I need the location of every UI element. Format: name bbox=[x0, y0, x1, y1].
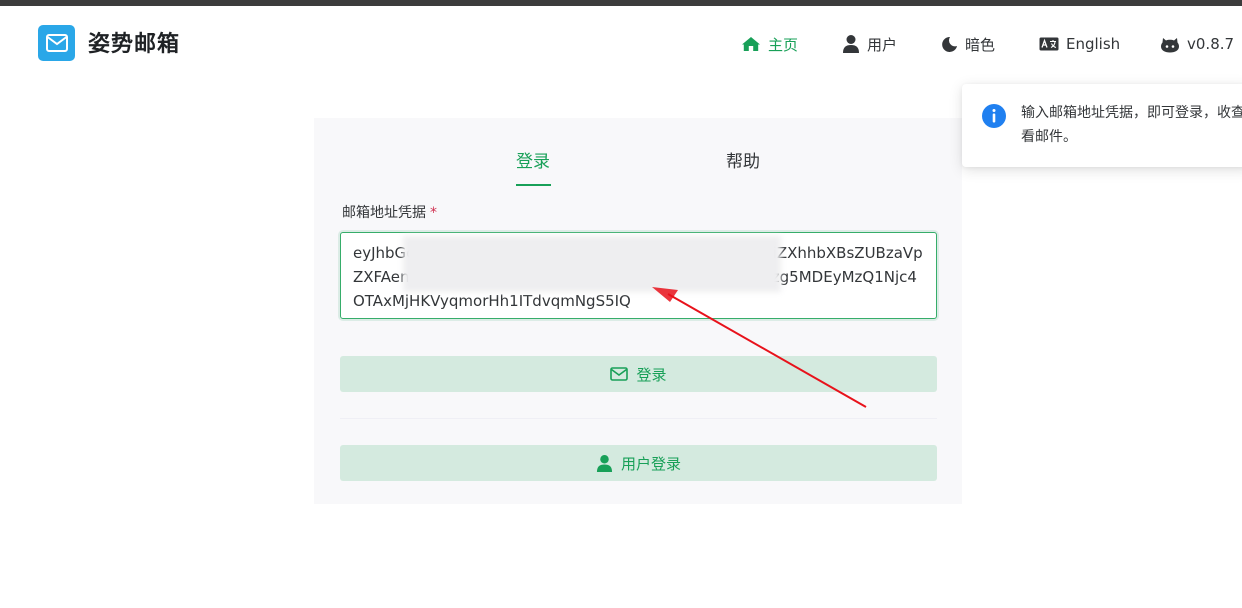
brand-title[interactable]: 姿势邮箱 bbox=[88, 30, 180, 60]
mail-logo-icon[interactable] bbox=[38, 25, 75, 61]
moon-icon bbox=[942, 36, 957, 52]
nav-user-label: 用户 bbox=[867, 35, 898, 54]
nav-user[interactable]: 用户 bbox=[842, 32, 897, 56]
tab-help[interactable]: 帮助 bbox=[726, 150, 760, 174]
form-divider bbox=[340, 418, 937, 419]
user-icon bbox=[843, 35, 859, 53]
required-asterisk: * bbox=[430, 205, 437, 221]
language-icon bbox=[1039, 37, 1059, 51]
nav-dark-mode[interactable]: 暗色 bbox=[941, 32, 995, 56]
user-icon bbox=[596, 454, 613, 472]
home-icon bbox=[742, 37, 760, 51]
active-tab-indicator bbox=[516, 184, 551, 186]
notification-text: 输入邮箱地址凭据，即可登录，收查看邮件。 bbox=[1021, 105, 1242, 145]
version-label: v0.8.7 bbox=[1187, 35, 1235, 53]
login-button-label: 登录 bbox=[636, 365, 667, 384]
credential-label-text: 邮箱地址凭据 bbox=[342, 205, 426, 221]
nav-github-version[interactable]: v0.8.7 bbox=[1160, 32, 1234, 56]
window-top-bar bbox=[0, 0, 1242, 6]
nav-language-label: English bbox=[1066, 35, 1121, 53]
nav-dark-label: 暗色 bbox=[965, 35, 996, 54]
redaction-blur bbox=[403, 236, 781, 292]
mail-icon bbox=[610, 367, 629, 381]
nav-home-label: 主页 bbox=[768, 35, 799, 54]
user-login-button[interactable]: 用户登录 bbox=[340, 445, 937, 481]
tab-login[interactable]: 登录 bbox=[516, 150, 550, 174]
info-icon bbox=[982, 104, 1006, 128]
credential-field-label: 邮箱地址凭据 * bbox=[342, 203, 437, 223]
nav-language[interactable]: English bbox=[1039, 32, 1120, 56]
login-button[interactable]: 登录 bbox=[340, 356, 937, 392]
github-icon bbox=[1161, 38, 1179, 53]
nav-home[interactable]: 主页 bbox=[741, 32, 798, 56]
user-login-button-label: 用户登录 bbox=[620, 454, 681, 473]
